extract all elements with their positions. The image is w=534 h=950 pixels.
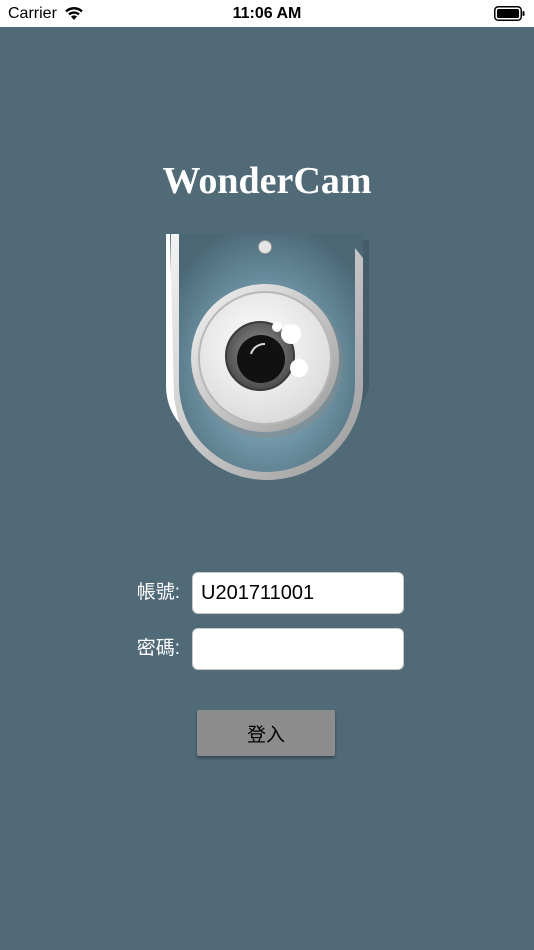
app-title: WonderCam [162,160,372,202]
status-bar: Carrier 11:06 AM [0,0,534,27]
password-row: 密碼: [0,628,534,670]
battery-full-icon [494,6,525,21]
status-time: 11:06 AM [232,5,302,22]
account-label: 帳號: [136,582,180,603]
password-input[interactable] [192,628,404,670]
login-button[interactable]: 登入 [197,710,335,756]
password-label: 密碼: [136,638,180,659]
webcam-icon [166,234,369,480]
account-row: 帳號: [0,572,534,614]
account-input[interactable] [192,572,404,614]
